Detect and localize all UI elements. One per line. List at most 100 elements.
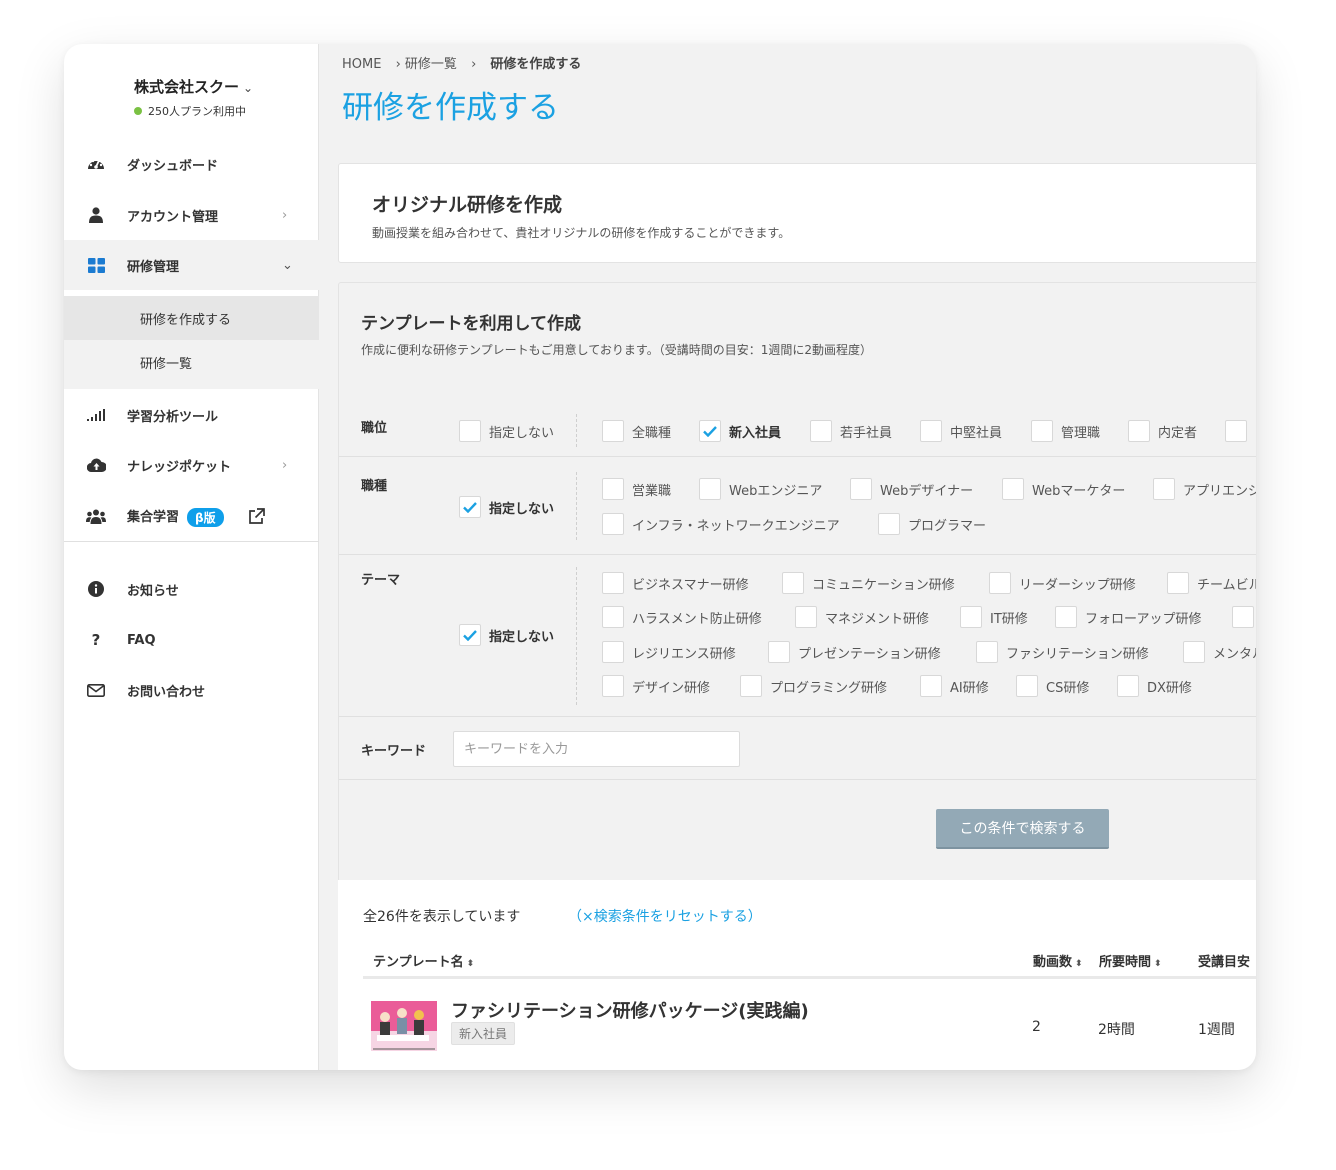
checkbox-position-none[interactable]: 指定しない: [459, 420, 554, 442]
checkbox-theme-9[interactable]: レジリエンス研修: [602, 641, 736, 663]
checkbox-theme-7[interactable]: フォローアップ研修: [1055, 606, 1201, 628]
checkbox-box[interactable]: [459, 624, 481, 646]
sidebar-item-analytics[interactable]: 学習分析ツール: [64, 390, 319, 440]
checkbox-position-6[interactable]: [1225, 420, 1255, 442]
sidebar-item-label: お知らせ: [127, 583, 179, 599]
sidebar-item-dashboard[interactable]: ダッシュボード: [64, 139, 319, 189]
sidebar-item-group-learning[interactable]: 集合学習 β版: [64, 491, 319, 541]
checkbox-box[interactable]: [602, 606, 624, 628]
template-row-title[interactable]: ファシリテーション研修パッケージ(実践編): [451, 997, 809, 1023]
checkbox-theme-0[interactable]: ビジネスマナー研修: [602, 572, 749, 594]
checkbox-theme-2[interactable]: リーダーシップ研修: [989, 572, 1136, 594]
checkbox-box[interactable]: [1016, 675, 1038, 697]
checkbox-theme-17[interactable]: DX研修: [1117, 675, 1192, 697]
checkbox-box[interactable]: [1002, 478, 1024, 500]
checkbox-theme-16[interactable]: CS研修: [1016, 675, 1089, 697]
sidebar-item-notices[interactable]: お知らせ: [64, 564, 319, 614]
column-header-period[interactable]: 受講目安: [1198, 951, 1250, 970]
reset-filters-link[interactable]: （×検索条件をリセットする）: [568, 906, 762, 926]
checkbox-position-1[interactable]: 新入社員: [699, 420, 781, 442]
checkbox-position-2[interactable]: 若手社員: [810, 420, 892, 442]
subitem-create-training[interactable]: 研修を作成する: [64, 296, 319, 340]
checkbox-job-5[interactable]: インフラ・ネットワークエンジニア: [602, 513, 840, 535]
checkbox-job-4[interactable]: アプリエンジ: [1153, 478, 1256, 500]
original-training-card[interactable]: オリジナル研修を作成 動画授業を組み合わせて、貴社オリジナルの研修を作成すること…: [338, 163, 1256, 263]
checkbox-box[interactable]: [1055, 606, 1077, 628]
checkbox-box[interactable]: [602, 641, 624, 663]
checkbox-job-3[interactable]: Webマーケター: [1002, 478, 1125, 500]
checkbox-box[interactable]: [810, 420, 832, 442]
checkbox-theme-1[interactable]: コミュニケーション研修: [782, 572, 955, 594]
checkbox-theme-4[interactable]: ハラスメント防止研修: [602, 606, 762, 628]
sidebar-item-label: FAQ: [127, 632, 156, 648]
checkbox-box[interactable]: [850, 478, 872, 500]
checkbox-label: 新入社員: [729, 425, 782, 441]
checkbox-theme-10[interactable]: プレゼンテーション研修: [768, 641, 941, 663]
checkbox-box[interactable]: [699, 420, 721, 442]
external-link-icon[interactable]: [246, 506, 266, 526]
checkbox-theme-3[interactable]: チームビル: [1167, 572, 1256, 594]
checkbox-box[interactable]: [878, 513, 900, 535]
column-header-videos[interactable]: 動画数 ⬍: [1033, 951, 1083, 970]
keyword-input[interactable]: [453, 731, 740, 767]
checkbox-box[interactable]: [1183, 641, 1205, 663]
column-header-name[interactable]: テンプレート名 ⬍: [373, 951, 474, 970]
sort-icon: ⬍: [1075, 959, 1083, 969]
checkbox-job-none[interactable]: 指定しない: [459, 496, 554, 518]
sidebar-item-contact[interactable]: お問い合わせ: [64, 665, 319, 715]
checkbox-theme-12[interactable]: メンタル: [1183, 641, 1256, 663]
column-header-duration[interactable]: 所要時間 ⬍: [1099, 951, 1162, 970]
checkbox-box[interactable]: [459, 420, 481, 442]
checkbox-box[interactable]: [782, 572, 804, 594]
checkbox-position-0[interactable]: 全職種: [602, 420, 671, 442]
checkbox-box[interactable]: [602, 675, 624, 697]
checkbox-job-6[interactable]: プログラマー: [878, 513, 986, 535]
checkbox-position-3[interactable]: 中堅社員: [920, 420, 1002, 442]
company-switcher[interactable]: 株式会社スクー ⌄ 250人プラン利用中: [134, 76, 253, 119]
checkbox-box[interactable]: [920, 675, 942, 697]
checkbox-box[interactable]: [1232, 606, 1254, 628]
checkbox-box[interactable]: [795, 606, 817, 628]
checkbox-theme-14[interactable]: プログラミング研修: [740, 675, 887, 697]
checkbox-box[interactable]: [1031, 420, 1053, 442]
checkbox-theme-6[interactable]: IT研修: [960, 606, 1028, 628]
checkbox-box[interactable]: [1225, 420, 1247, 442]
checkbox-box[interactable]: [920, 420, 942, 442]
sidebar-item-account[interactable]: アカウント管理 ›: [64, 190, 319, 240]
checkbox-job-1[interactable]: Webエンジニア: [699, 478, 822, 500]
checkbox-box[interactable]: [1128, 420, 1150, 442]
checkbox-box[interactable]: [602, 572, 624, 594]
checkbox-theme-5[interactable]: マネジメント研修: [795, 606, 929, 628]
checkbox-box[interactable]: [989, 572, 1011, 594]
checkbox-theme-15[interactable]: AI研修: [920, 675, 989, 697]
checkbox-box[interactable]: [740, 675, 762, 697]
checkbox-box[interactable]: [699, 478, 721, 500]
sidebar-item-faq[interactable]: ? FAQ: [64, 615, 319, 665]
checkbox-theme-none[interactable]: 指定しない: [459, 624, 554, 646]
checkbox-box[interactable]: [1167, 572, 1189, 594]
template-thumbnail[interactable]: [371, 1001, 437, 1051]
checkbox-box[interactable]: [602, 478, 624, 500]
checkbox-theme-8[interactable]: [1232, 606, 1256, 628]
sidebar-item-training[interactable]: 研修管理 ⌄: [64, 240, 319, 290]
checkbox-box[interactable]: [960, 606, 982, 628]
subitem-training-list[interactable]: 研修一覧: [64, 340, 319, 384]
breadcrumb-home[interactable]: HOME: [342, 57, 381, 72]
checkbox-job-0[interactable]: 営業職: [602, 478, 671, 500]
checkbox-position-5[interactable]: 内定者: [1128, 420, 1197, 442]
checkbox-box[interactable]: [768, 641, 790, 663]
checkbox-job-2[interactable]: Webデザイナー: [850, 478, 973, 500]
checkbox-position-4[interactable]: 管理職: [1031, 420, 1100, 442]
checkbox-box[interactable]: [1117, 675, 1139, 697]
checkbox-theme-13[interactable]: デザイン研修: [602, 675, 710, 697]
checkbox-box[interactable]: [602, 513, 624, 535]
checkbox-box[interactable]: [602, 420, 624, 442]
search-button[interactable]: この条件で検索する: [936, 809, 1109, 849]
checkbox-theme-11[interactable]: ファシリテーション研修: [976, 641, 1149, 663]
breadcrumb-training-list[interactable]: › 研修一覧: [396, 57, 457, 72]
sidebar-item-knowledge[interactable]: ナレッジポケット ›: [64, 440, 319, 490]
checkbox-box[interactable]: [459, 496, 481, 518]
question-icon: ?: [91, 631, 101, 649]
checkbox-box[interactable]: [1153, 478, 1175, 500]
checkbox-box[interactable]: [976, 641, 998, 663]
